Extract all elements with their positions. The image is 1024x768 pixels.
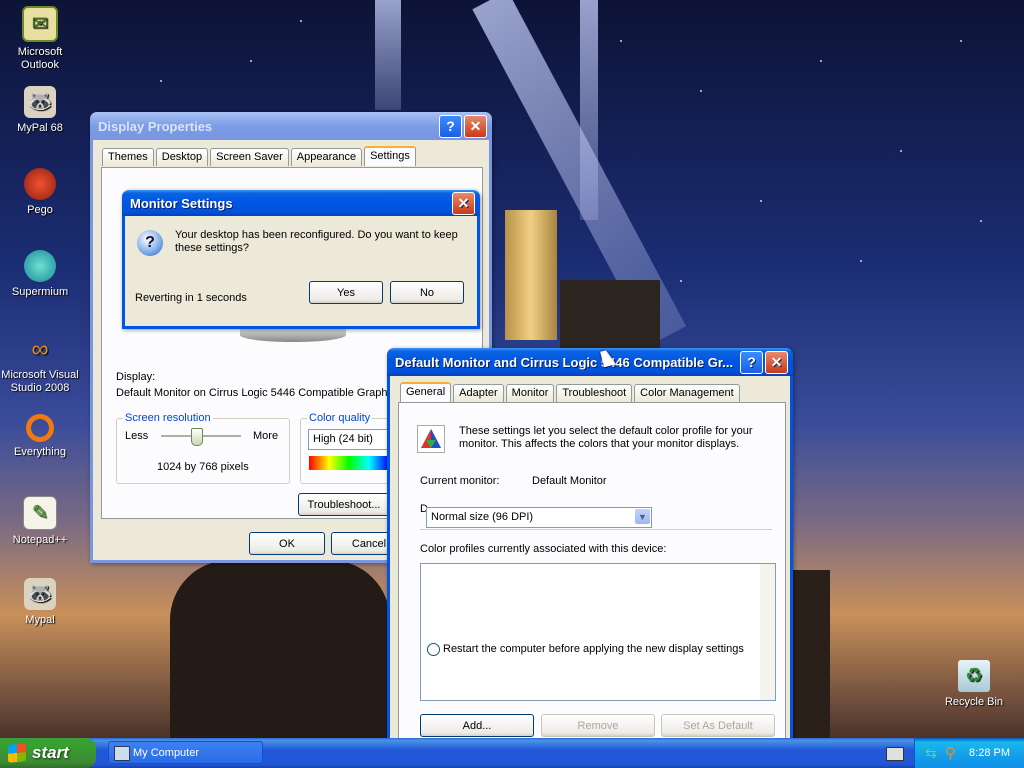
display-value: Default Monitor on Cirrus Logic 5446 Com… [116, 387, 401, 399]
recycle-bin-icon: ♻ [958, 660, 990, 692]
ok-button[interactable]: OK [249, 532, 325, 555]
monitor-properties-window[interactable]: Default Monitor and Cirrus Logic 5446 Co… [387, 348, 793, 741]
monitor-properties-titlebar[interactable]: Default Monitor and Cirrus Logic 5446 Co… [387, 348, 793, 376]
display-properties-titlebar[interactable]: Display Properties ? ✕ [90, 112, 492, 140]
close-button[interactable]: ✕ [452, 191, 475, 215]
computer-icon [114, 746, 130, 761]
color-profile-icon [417, 425, 445, 453]
set-default-button[interactable]: Set As Default [661, 714, 775, 737]
remove-profile-button[interactable]: Remove [541, 714, 655, 737]
desktop-icon-notepadpp[interactable]: ✎ Notepad++ [0, 496, 80, 547]
revert-countdown: Reverting in 1 seconds [135, 292, 247, 304]
tab-appearance[interactable]: Appearance [290, 148, 363, 166]
close-button[interactable]: ✕ [765, 350, 788, 374]
monitor-settings-titlebar[interactable]: Monitor Settings ✕ [122, 190, 480, 216]
everything-icon [26, 414, 54, 442]
network-icon[interactable]: ⇆ [925, 745, 937, 762]
tab-settings[interactable]: Settings [364, 146, 416, 166]
troubleshoot-button[interactable]: Troubleshoot... [298, 493, 390, 516]
restart-option-label: Restart the computer before applying the… [443, 643, 744, 655]
keyboard-icon[interactable] [886, 747, 904, 761]
system-tray: ⇆ ⚲ 8:28 PM [914, 738, 1024, 768]
chevron-down-icon[interactable]: ▼ [635, 509, 650, 524]
help-button[interactable]: ? [439, 114, 462, 138]
clock[interactable]: 8:28 PM [969, 747, 1010, 759]
pego-icon [24, 168, 56, 200]
general-panel: These settings let you select the defaul… [398, 402, 786, 739]
restart-radio[interactable] [427, 643, 440, 656]
desktop-icon-supermium[interactable]: Supermium [0, 250, 80, 299]
mypal-icon: 🦝 [24, 86, 56, 118]
color-profiles-list[interactable]: Restart the computer before applying the… [420, 563, 776, 701]
desktop-icon-mypal68[interactable]: 🦝 MyPal 68 [0, 86, 80, 135]
taskbar: start My Computer ⇆ ⚲ 8:28 PM [0, 738, 1024, 768]
monitor-stand-graphic [240, 328, 346, 342]
current-monitor-value: Default Monitor [532, 475, 607, 487]
windows-logo-icon [8, 743, 26, 763]
no-button[interactable]: No [390, 281, 464, 304]
screen-resolution-group: Screen resolution Less More 1024 by 768 … [116, 412, 290, 484]
desktop-icon-visual-studio[interactable]: ∞ Microsoft Visual Studio 2008 [0, 333, 82, 395]
taskbar-item-my-computer[interactable]: My Computer [108, 741, 263, 764]
desktop-icon-pego[interactable]: Pego [0, 168, 80, 217]
tab-color-management[interactable]: Color Management [634, 384, 740, 402]
desktop-icon-mypal[interactable]: 🦝 Mypal [0, 578, 80, 627]
monitor-settings-dialog[interactable]: Monitor Settings ✕ ? Your desktop has be… [122, 190, 480, 329]
divider [420, 529, 772, 530]
notepadpp-icon: ✎ [23, 496, 57, 530]
color-management-info: These settings let you select the defaul… [459, 425, 753, 450]
resolution-slider-thumb[interactable] [191, 428, 203, 446]
add-profile-button[interactable]: Add... [420, 714, 534, 737]
desktop-icon-recycle-bin[interactable]: ♻ Recycle Bin [934, 660, 1014, 709]
dpi-select[interactable]: Normal size (96 DPI) ▼ [426, 507, 652, 528]
yes-button[interactable]: Yes [309, 281, 383, 304]
tab-troubleshoot[interactable]: Troubleshoot [556, 384, 633, 402]
tab-themes[interactable]: Themes [102, 148, 154, 166]
profiles-scrollbar[interactable] [760, 564, 775, 700]
mypal-icon: 🦝 [24, 578, 56, 610]
start-button[interactable]: start [0, 738, 96, 768]
tab-general[interactable]: General [400, 382, 452, 402]
tab-screen-saver[interactable]: Screen Saver [210, 148, 289, 166]
visual-studio-icon: ∞ [31, 335, 49, 363]
profiles-label: Color profiles currently associated with… [420, 543, 667, 555]
question-icon: ? [137, 230, 163, 256]
current-monitor-label: Current monitor: [420, 475, 500, 487]
monitor-settings-message: Your desktop has been reconfigured. Do y… [175, 229, 458, 254]
tab-desktop[interactable]: Desktop [155, 148, 209, 166]
close-button[interactable]: ✕ [464, 114, 487, 138]
desktop-icon-everything[interactable]: Everything [0, 414, 80, 459]
display-label: Display: [116, 371, 156, 383]
search-icon[interactable]: ⚲ [945, 744, 956, 762]
help-button[interactable]: ? [740, 350, 763, 374]
tab-monitor[interactable]: Monitor [505, 384, 555, 402]
supermium-icon [24, 250, 56, 282]
outlook-icon: ✉ [22, 6, 58, 42]
desktop-icon-outlook[interactable]: ✉ Microsoft Outlook [0, 6, 80, 72]
tab-adapter[interactable]: Adapter [453, 384, 504, 402]
